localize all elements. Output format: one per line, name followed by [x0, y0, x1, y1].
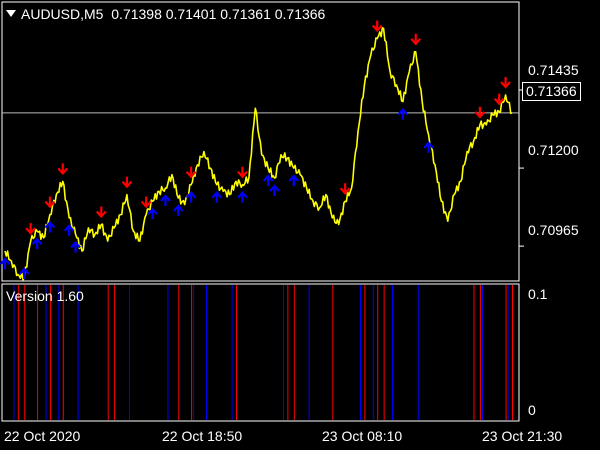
price-tick-label: 0.71435: [528, 62, 579, 78]
time-label: 23 Oct 21:30: [482, 428, 563, 444]
sell-arrow-icon: [25, 223, 36, 235]
price-line: [4, 27, 513, 281]
buy-arrow-icon: [172, 204, 184, 216]
sell-arrow-icon: [237, 166, 248, 179]
axis-ticks: [519, 89, 524, 247]
price-tick-label: 0.71200: [528, 142, 579, 158]
time-label: 22 Oct 18:50: [162, 428, 243, 444]
signal-arrows: [0, 20, 511, 279]
indicator-histogram: [13, 285, 513, 420]
current-price-label: 0.71366: [522, 82, 581, 101]
quote-values: 0.71398 0.71401 0.71361 0.71366: [111, 6, 326, 22]
price-tick-label: 0.70965: [528, 222, 579, 238]
dropdown-triangle-icon[interactable]: [6, 10, 16, 17]
sell-arrow-icon: [474, 106, 486, 119]
buy-arrow-icon: [397, 107, 409, 120]
sell-arrow-icon: [500, 77, 511, 89]
indicator-tick-label: 0.1: [528, 286, 548, 302]
sell-arrow-icon: [410, 33, 422, 46]
buy-arrow-icon: [269, 184, 280, 197]
buy-arrow-icon: [288, 174, 300, 187]
buy-arrow-icon: [211, 191, 223, 203]
indicator-version-label: Version 1.60: [6, 288, 84, 304]
buy-arrow-icon: [262, 174, 274, 187]
sell-arrow-icon: [57, 163, 69, 176]
time-label: 23 Oct 08:10: [322, 428, 403, 444]
buy-arrow-icon: [31, 237, 43, 250]
sell-arrow-icon: [95, 206, 107, 219]
buy-arrow-icon: [160, 194, 171, 206]
chart-title: AUDUSD,M5 0.71398 0.71401 0.71361 0.7136…: [6, 6, 325, 22]
symbol-timeframe: AUDUSD,M5: [21, 6, 104, 22]
buy-arrow-icon: [147, 207, 158, 220]
sell-arrow-icon: [371, 20, 383, 33]
price-series-line: [4, 27, 513, 281]
buy-arrow-icon: [237, 191, 248, 203]
sell-arrow-icon: [140, 196, 152, 209]
buy-arrow-icon: [44, 220, 56, 233]
chart-frame: [1, 1, 520, 422]
sell-arrow-icon: [121, 176, 133, 189]
indicator-panel-border: [1, 283, 520, 422]
time-label: 22 Oct 2020: [4, 428, 81, 444]
chart-canvas: [0, 1, 524, 422]
indicator-tick-label: 0: [528, 402, 536, 418]
